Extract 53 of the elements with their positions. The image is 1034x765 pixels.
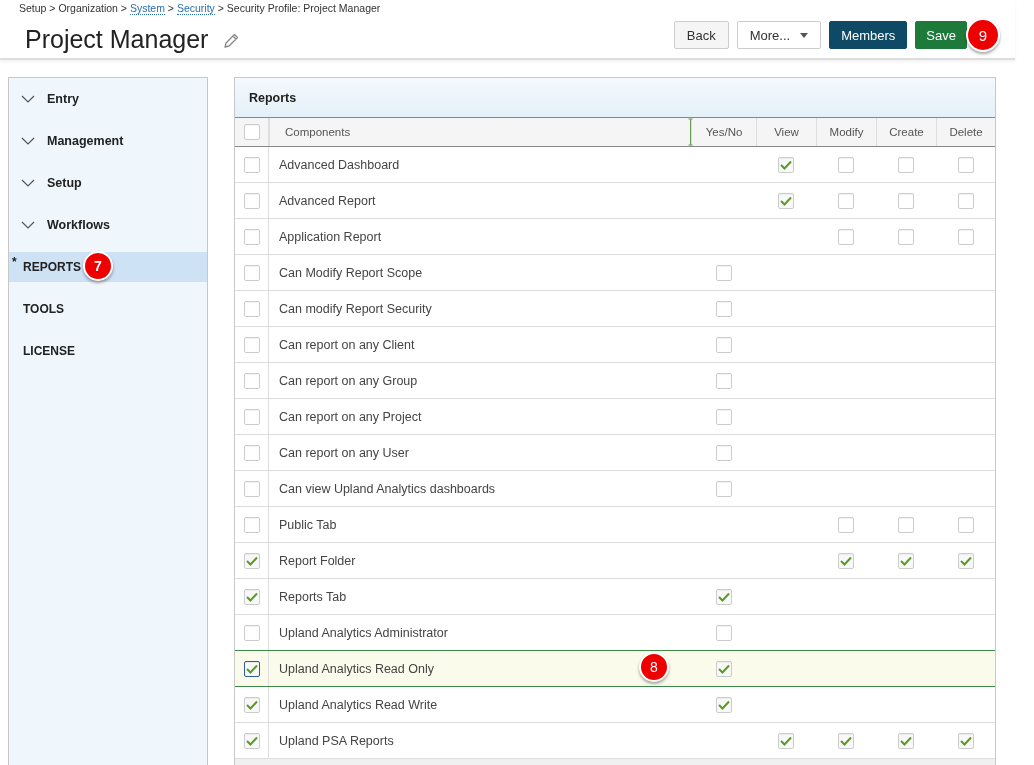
table-cell: Public Tab [279,517,337,532]
modified-marker: * [12,255,17,269]
sidebar-item[interactable]: * REPORTS 7 [9,252,207,282]
sidebar-item[interactable]: Setup [9,162,207,204]
action-button[interactable]: Back [673,21,729,49]
column-header: View [756,118,816,146]
table-row[interactable]: Upland Analytics Read Only 8 [235,650,995,687]
caret-icon [800,32,809,38]
table-cell: Report Folder [279,553,356,568]
breadcrumb: Setup > Organization > System > Security > Security Profile: Project Manager [19,1,381,15]
table-cell: Upland PSA Reports [279,733,394,748]
breadcrumb-link[interactable]: Security [176,2,215,15]
sidebar-item[interactable]: Entry [9,78,207,120]
table-cell: Upland Analytics Read Only [279,661,434,676]
table-cell: Can report on any Group [279,373,418,388]
step-badge: 7 [83,251,113,281]
chevron-icon [21,179,35,187]
table-cell: Can report on any Project [279,409,422,424]
column-header: Delete [936,118,995,146]
table-cell: Can modify Report Security [279,301,432,316]
breadcrumb-link[interactable]: System [129,2,165,15]
sidebar-item[interactable]: Management [9,120,207,162]
sidebar-item[interactable]: LICENSE [9,330,207,372]
table-cell: Can Modify Report Scope [279,265,423,280]
sidebar-item[interactable]: TOOLS [9,288,207,330]
panel-title: Reports [249,90,297,105]
column-header: Create [876,118,936,146]
step-badge: 8 [639,652,669,682]
table-cell: Advanced Report [279,193,376,208]
column-resize-handle[interactable] [688,118,693,146]
table-cell: Upland Analytics Read Write [279,697,438,712]
column-header: Modify [816,118,876,146]
table-cell: Advanced Dashboard [279,157,400,172]
table-cell: Reports Tab [279,589,347,604]
chevron-icon [21,95,35,103]
chevron-icon [21,137,35,145]
select-all-checkbox[interactable] [243,124,260,140]
checkbox[interactable] [243,660,260,677]
table-cell: Upland Analytics Administrator [279,625,448,640]
more-dropdown[interactable]: More... [736,21,822,49]
column-header: Components [269,118,691,146]
step-badge: 9 [966,18,1000,52]
chevron-icon [21,221,35,229]
column-header: Yes/No [691,118,756,146]
table-cell: Can report on any Client [279,337,415,352]
table-cell: Application Report [279,229,382,244]
sidebar-item[interactable]: Workflows [9,204,207,246]
table-cell: Can view Upland Analytics dashboards [279,481,496,496]
action-button[interactable]: Save [915,21,967,49]
action-button[interactable]: Members [829,21,908,49]
table-cell: Can report on any User [279,445,409,460]
edit-icon[interactable] [222,32,241,50]
page-title: Project Manager [25,24,209,54]
